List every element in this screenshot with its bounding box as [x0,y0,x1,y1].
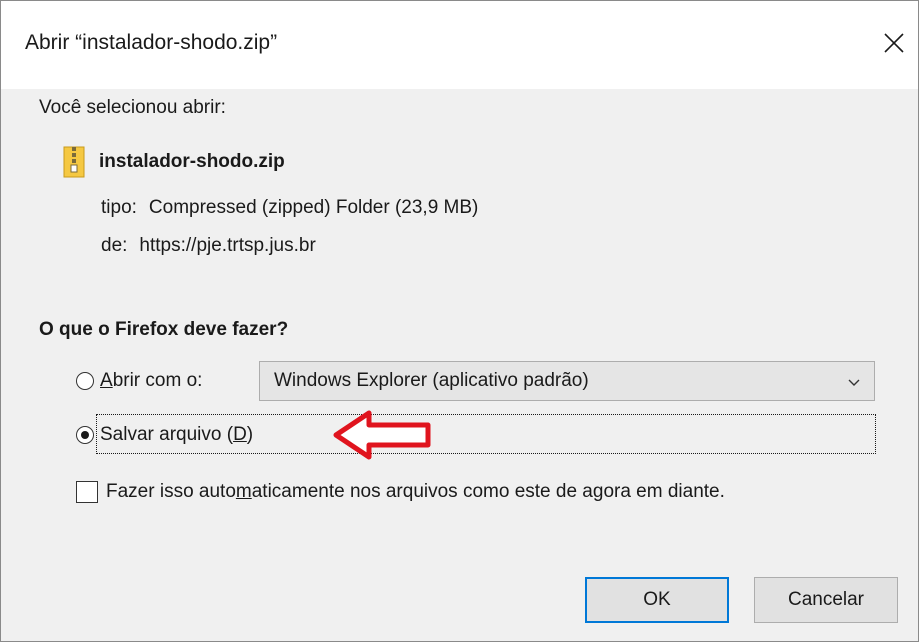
action-question: O que o Firefox deve fazer? [39,319,289,340]
open-with-app-select[interactable]: Windows Explorer (aplicativo padrão) [259,361,875,401]
cancel-button[interactable]: Cancelar [754,577,898,623]
checkbox-box[interactable] [76,481,98,503]
file-name: instalador-shodo.zip [99,151,285,172]
ok-button[interactable]: OK [585,577,729,623]
file-type-label: tipo: [101,197,137,218]
radio-dot [81,431,89,439]
zip-file-icon [63,146,85,178]
file-source-row: de: https://pje.trtsp.jus.br [101,235,316,257]
radio-button-unselected[interactable] [76,372,94,390]
file-source-value: https://pje.trtsp.jus.br [139,235,316,256]
title-bar: Abrir “instalador-shodo.zip” [1,1,918,89]
save-file-radio[interactable]: Salvar arquivo (D) [76,424,253,446]
file-row: instalador-shodo.zip [63,146,285,178]
chevron-down-icon [848,379,860,386]
intro-text: Você selecionou abrir: [39,97,226,118]
dialog-title: Abrir “instalador-shodo.zip” [25,31,278,54]
file-type-value: Compressed (zipped) Folder (23,9 MB) [148,197,479,218]
auto-action-checkbox[interactable]: Fazer isso automaticamente nos arquivos … [76,481,725,503]
save-file-label: Salvar arquivo (D) [100,424,254,445]
auto-action-label: Fazer isso automaticamente nos arquivos … [106,481,725,502]
close-icon [884,33,904,53]
red-arrow-annotation [333,410,431,460]
file-source-label: de: [101,235,128,256]
open-with-radio[interactable]: Abrir com o: [76,370,202,392]
file-type-row: tipo: Compressed (zipped) Folder (23,9 M… [101,197,478,219]
radio-button-selected[interactable] [76,426,94,444]
open-with-label: Abrir com o: [100,370,203,391]
download-dialog: Abrir “instalador-shodo.zip” Você seleci… [0,0,919,642]
open-with-app-value: Windows Explorer (aplicativo padrão) [274,370,589,391]
close-button[interactable] [870,19,918,67]
